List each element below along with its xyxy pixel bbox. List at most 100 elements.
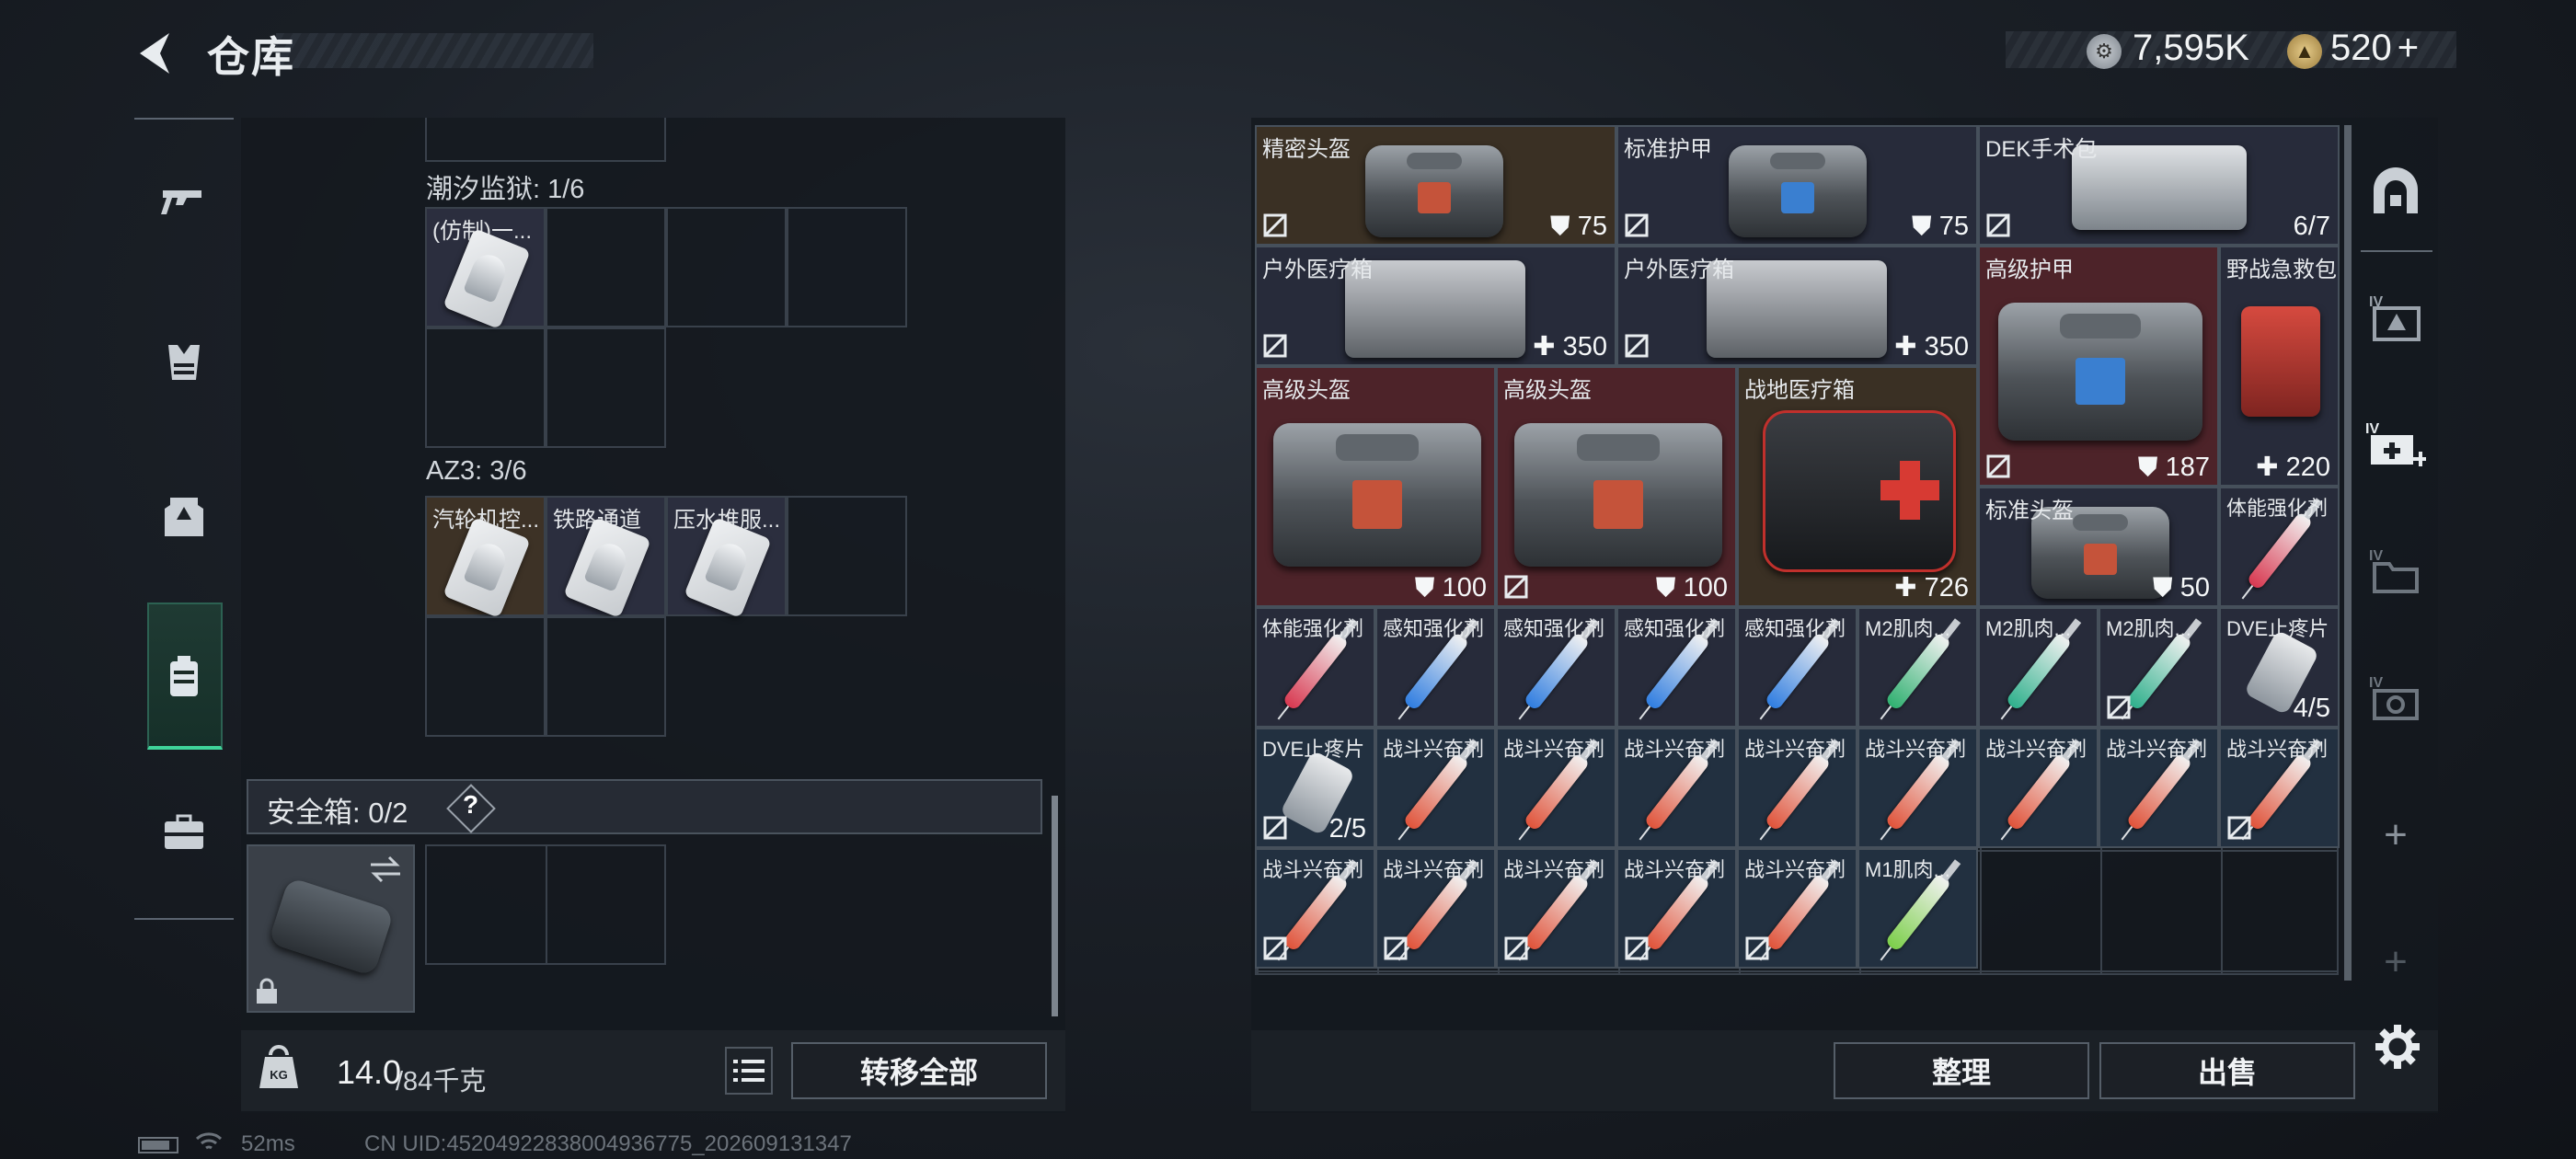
stash-item[interactable]: 感知强化剂: [1737, 607, 1857, 728]
safe-box-case[interactable]: [247, 844, 415, 1013]
stash-item[interactable]: 户外医疗箱 ✚ 350: [1255, 246, 1616, 366]
side-tab-3[interactable]: IV: [2363, 539, 2429, 605]
stash-item[interactable]: 战斗兴奋剂: [1857, 728, 1978, 848]
stash-item[interactable]: 感知强化剂: [1496, 607, 1616, 728]
back-arrow-icon: [140, 33, 169, 74]
stash-item[interactable]: 战斗兴奋剂: [1737, 848, 1857, 969]
item-name: 战斗兴奋剂: [2226, 738, 2329, 761]
item-slot[interactable]: 汽轮机控...: [425, 496, 546, 619]
empty-slot[interactable]: [546, 207, 666, 327]
stash-item[interactable]: 战斗兴奋剂: [1616, 848, 1737, 969]
stash-item[interactable]: 感知强化剂: [1616, 607, 1737, 728]
empty-slot[interactable]: [425, 616, 546, 737]
stash-item[interactable]: 感知强化剂: [1375, 607, 1496, 728]
empty-slot[interactable]: [425, 327, 546, 448]
add-currency-icon[interactable]: +: [2398, 28, 2419, 68]
safe-case-image: [268, 877, 395, 977]
stash-item[interactable]: 战地医疗箱 ✚ 726: [1737, 366, 1978, 607]
move-all-button[interactable]: 转移全部: [791, 1042, 1047, 1099]
stash-item[interactable]: 高级头盔 ⛊ 100: [1255, 366, 1496, 607]
stash-item[interactable]: DVE止疼片 4/5: [2219, 607, 2340, 728]
stash-item[interactable]: 标准护甲 ⛊ 75: [1616, 125, 1978, 246]
stash-item[interactable]: 战斗兴奋剂: [1496, 728, 1616, 848]
syringe-image: [2004, 630, 2073, 711]
helmet-bag-image: [1365, 145, 1503, 237]
sort-button[interactable]: 整理: [1834, 1042, 2089, 1099]
nav-backpack[interactable]: [147, 640, 221, 714]
item-slot[interactable]: 铁路通道: [546, 496, 666, 619]
stash-home-tab[interactable]: [2363, 158, 2429, 224]
item-name: 战斗兴奋剂: [1744, 858, 1846, 881]
stash-item[interactable]: M2肌肉...: [1857, 607, 1978, 728]
currency-gold-amount[interactable]: 520 +: [2330, 28, 2419, 69]
stash-item[interactable]: 高级护甲 ⛊ 187: [1978, 246, 2219, 487]
empty-slot[interactable]: [666, 207, 787, 327]
shield-icon: ⛊: [1655, 573, 1684, 602]
syringe-image: [1763, 630, 1832, 711]
stash-item[interactable]: 野战急救包 ✚ 220: [2219, 246, 2340, 487]
item-name: 户外医疗箱: [1624, 258, 1734, 282]
shield-icon: ⛊: [2137, 453, 2166, 482]
item-name: 野战急救包: [2226, 258, 2337, 282]
advanced-armor-image: [1998, 303, 2202, 441]
stash-item[interactable]: M1肌肉...: [1857, 848, 1978, 969]
safe-box-slots[interactable]: [425, 844, 666, 965]
stash-item[interactable]: 标准头盔 ⛊ 50: [1978, 487, 2219, 607]
gear-icon[interactable]: [2374, 1023, 2421, 1071]
empty-slot[interactable]: [787, 496, 907, 616]
item-name: 战斗兴奋剂: [1624, 738, 1726, 761]
side-tab-4[interactable]: IV: [2363, 666, 2429, 732]
stash-item[interactable]: DEK手术包 6/7: [1978, 125, 2340, 246]
help-icon[interactable]: ?: [463, 790, 478, 820]
stash-item[interactable]: 战斗兴奋剂: [1737, 728, 1857, 848]
item-heal-points: ✚ 350: [1894, 332, 1969, 361]
item-uses: 4/5: [2293, 694, 2330, 723]
stash-item[interactable]: 高级头盔 ⛊ 100: [1496, 366, 1737, 607]
stash-item[interactable]: 战斗兴奋剂: [1978, 728, 2099, 848]
item-name: DVE止疼片: [1262, 738, 1365, 761]
advanced-helmet-image: [1514, 423, 1722, 567]
stash-item[interactable]: 战斗兴奋剂: [1616, 728, 1737, 848]
stash-item[interactable]: 精密头盔 ⛊ 75: [1255, 125, 1616, 246]
nav-chest-rig[interactable]: [147, 326, 221, 399]
stash-item[interactable]: 战斗兴奋剂: [1375, 728, 1496, 848]
stash-item[interactable]: 战斗兴奋剂: [1496, 848, 1616, 969]
stash-item[interactable]: M2肌肉...: [2099, 607, 2219, 728]
item-slot[interactable]: 压水堆服...: [666, 496, 787, 619]
stash-item[interactable]: 战斗兴奋剂: [2219, 728, 2340, 848]
left-scrollbar[interactable]: [1052, 796, 1058, 1016]
nav-case[interactable]: [147, 797, 221, 870]
stash-scrollbar[interactable]: [2344, 125, 2352, 981]
syringe-image: [1401, 871, 1470, 952]
nav-weapon[interactable]: [147, 166, 221, 239]
stash-item[interactable]: 战斗兴奋剂: [1255, 848, 1375, 969]
nav-armor[interactable]: [147, 480, 221, 554]
advanced-helmet-image: [1273, 423, 1481, 567]
side-divider: [2361, 250, 2432, 252]
stash-item[interactable]: M2肌肉...: [1978, 607, 2099, 728]
list-view-button[interactable]: [725, 1047, 773, 1095]
syringe-image: [1883, 871, 1952, 952]
no-trade-icon: [1625, 334, 1649, 358]
stash-item[interactable]: 体能强化剂: [1255, 607, 1375, 728]
side-tab-2[interactable]: IV: [2363, 412, 2429, 478]
sell-button[interactable]: 出售: [2099, 1042, 2355, 1099]
add-container-button[interactable]: +: [2363, 929, 2429, 995]
stash-item[interactable]: 体能强化剂: [2219, 487, 2340, 607]
stash-item[interactable]: DVE止疼片 2/5: [1255, 728, 1375, 848]
syringe-image: [2245, 510, 2314, 591]
stash-item[interactable]: 战斗兴奋剂: [2099, 728, 2219, 848]
back-button[interactable]: [129, 26, 184, 81]
item-name: 战斗兴奋剂: [1262, 858, 1364, 881]
empty-slot[interactable]: [546, 616, 666, 737]
add-container-button[interactable]: +: [2363, 802, 2429, 868]
swap-icon[interactable]: [367, 854, 404, 885]
stash-item[interactable]: 战斗兴奋剂: [1375, 848, 1496, 969]
stash-item[interactable]: 户外医疗箱 ✚ 350: [1616, 246, 1978, 366]
empty-slot[interactable]: [546, 327, 666, 448]
side-tab-1[interactable]: IV: [2363, 285, 2429, 351]
item-slot[interactable]: (仿制)一...: [425, 207, 546, 330]
empty-slot[interactable]: [787, 207, 907, 327]
safe-box-label: 安全箱: 0/2: [267, 797, 408, 829]
item-name: 感知强化剂: [1383, 617, 1485, 640]
